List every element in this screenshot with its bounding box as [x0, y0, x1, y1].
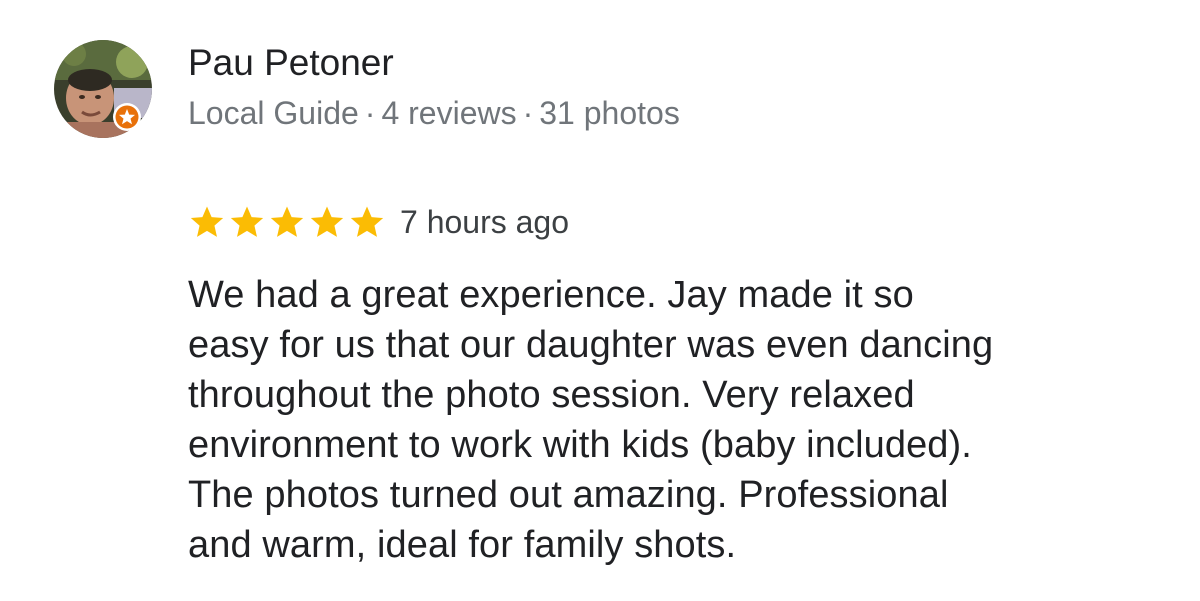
local-guide-label: Local Guide	[188, 95, 359, 131]
meta-separator: ·	[522, 95, 534, 131]
review-text-line: We had a great experience. Jay made it s…	[188, 274, 914, 316]
star-icon	[270, 206, 304, 237]
photos-count: 31 photos	[539, 95, 680, 131]
review-text-line: environment to work with kids (baby incl…	[188, 424, 972, 466]
star-icon	[310, 206, 344, 237]
star-icon	[190, 206, 224, 237]
review-text-line: The photos turned out amazing. Professio…	[188, 474, 949, 516]
reviewer-meta: Local Guide · 4 reviews · 31 photos	[188, 92, 680, 134]
review-text: We had a great experience. Jay made it s…	[188, 270, 1148, 570]
meta-separator: ·	[364, 95, 376, 131]
star-rating	[188, 203, 386, 241]
star-icon	[350, 206, 384, 237]
local-guide-star-icon	[113, 103, 141, 131]
reviewer-name[interactable]: Pau Petoner	[188, 40, 394, 86]
rating-row: 7 hours ago	[188, 199, 569, 245]
review-card: Pau Petoner Local Guide · 4 reviews · 31 pho…	[0, 0, 1200, 601]
review-text-line: easy for us that our daughter was even d…	[188, 324, 994, 366]
review-time: 7 hours ago	[400, 204, 570, 240]
review-text-line: throughout the photo session. Very relax…	[188, 374, 915, 416]
reviews-count: 4 reviews	[381, 95, 517, 131]
review-text-line: and warm, ideal for family shots.	[188, 524, 737, 566]
star-icon	[230, 206, 264, 237]
